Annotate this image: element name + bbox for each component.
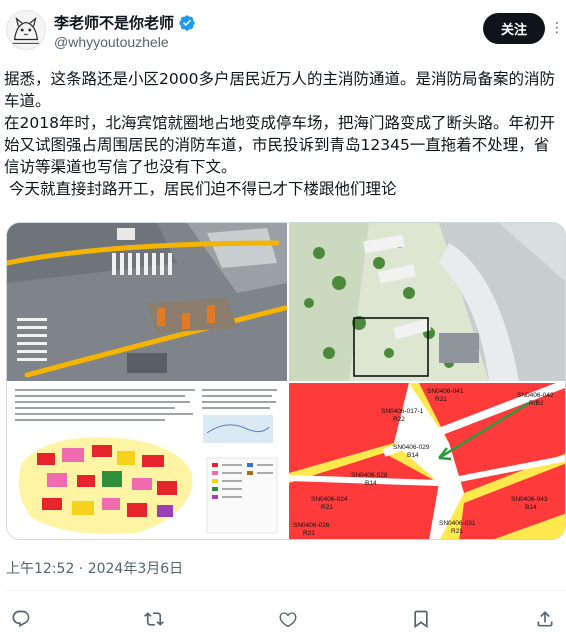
tweet-timestamp[interactable]: 上午12:52 · 2024年3月6日 xyxy=(6,558,183,578)
zoning-label: SN0406-043 xyxy=(511,496,548,503)
follow-button[interactable]: 关注 xyxy=(483,13,545,44)
street-construction-photo[interactable] xyxy=(7,223,287,381)
zoning-label: R/B2 xyxy=(529,400,544,407)
zoning-map[interactable]: SN0406-041 R21 SN0406-042 R/B2 SN0406-01… xyxy=(289,383,565,539)
zoning-label: R21 xyxy=(451,528,463,535)
zoning-label: SN0406-031 xyxy=(439,520,476,527)
user-handle[interactable]: @whyyoutouzhele xyxy=(54,34,169,50)
zoning-label: SN0406-028 xyxy=(351,472,388,479)
zoning-label: R21 xyxy=(321,504,333,511)
tweet-paragraph: 在2018年时，北海宾馆就圈地占地变成停车场，把海门路变成了断头路。年初开始又试… xyxy=(4,114,555,176)
share-icon[interactable] xyxy=(530,604,560,634)
verified-badge-icon xyxy=(178,14,196,32)
bookmark-icon[interactable] xyxy=(406,604,436,634)
zoning-label: SN0406-017-1 xyxy=(381,408,424,415)
reply-icon[interactable] xyxy=(6,604,36,634)
zoning-label: SN0406-024 xyxy=(311,496,348,503)
more-options-icon[interactable]: ⋮ xyxy=(549,14,565,42)
zoning-label: R22 xyxy=(393,416,405,423)
zoning-label: R21 xyxy=(435,396,447,403)
action-bar xyxy=(0,604,566,634)
zoning-label: SN0406-042 xyxy=(517,392,554,399)
divider xyxy=(6,590,566,591)
zoning-label: SN0406-041 xyxy=(427,388,464,395)
tweet-paragraph: 据悉，这条路还是小区2000多户居民近万人的主消防通道。是消防局备案的消防车道。 xyxy=(4,70,555,110)
avatar-cat-drawing-icon xyxy=(7,11,45,49)
zoning-document[interactable] xyxy=(7,383,287,539)
tweet-paragraph: 今天就直接封路开工，居民们迫不得已才下楼跟他们理论 xyxy=(4,180,397,198)
zoning-label: SN0406-026 xyxy=(293,522,330,529)
aerial-site-plan[interactable] xyxy=(289,223,565,381)
zoning-label: B14 xyxy=(365,480,377,487)
heart-icon[interactable] xyxy=(273,604,303,634)
display-name[interactable]: 李老师不是你老师 xyxy=(54,12,174,33)
zoning-label: B14 xyxy=(525,504,537,511)
avatar[interactable] xyxy=(6,10,46,50)
zoning-label: SN0406-029 xyxy=(393,444,430,451)
zoning-label: R21 xyxy=(303,530,315,537)
tweet-header: 李老师不是你老师 @whyyoutouzhele 关注 ⋮ xyxy=(0,0,566,62)
zoning-label: B14 xyxy=(407,452,419,459)
tweet-text: 据悉，这条路还是小区2000多户居民近万人的主消防通道。是消防局备案的消防车道。… xyxy=(4,68,564,200)
media-grid: SN0406-041 R21 SN0406-042 R/B2 SN0406-01… xyxy=(6,222,566,540)
retweet-icon[interactable] xyxy=(139,604,169,634)
